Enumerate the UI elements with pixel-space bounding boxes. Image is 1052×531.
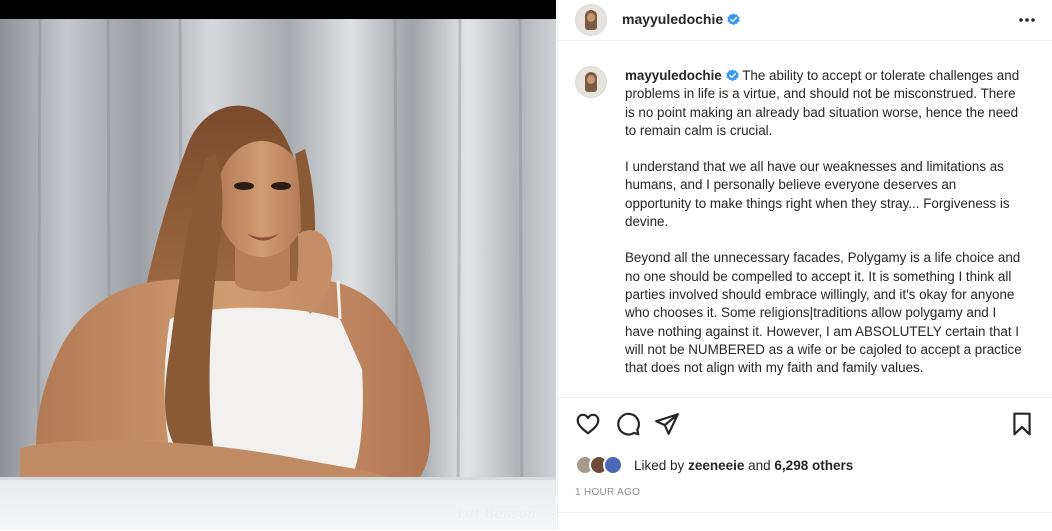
caption-paragraph: Beyond all the unnecessary facades, Poly… [625,250,1022,376]
verified-badge-icon [727,13,740,26]
more-horizontal-icon[interactable] [1017,10,1037,30]
author-username[interactable]: mayyuledochie [622,11,740,27]
portrait-image [0,19,556,530]
post-header: mayyuledochie [558,0,1052,41]
caption-paragraph: mayyuledochie The ability to accept or t… [625,67,1025,140]
post-side-panel: mayyuledochie mayyuledochie The ability … [557,0,1052,530]
comment-bar [558,512,1052,531]
post-timestamp[interactable]: 1 HOUR AGO [575,487,640,498]
caption-paragraph: I understand that we all have our weakne… [625,159,1010,230]
likes-others[interactable]: 6,298 others [774,458,853,473]
photo-top-bar [0,0,556,19]
caption-username[interactable]: mayyuledochie [625,68,722,83]
paper-plane-icon[interactable] [654,411,680,437]
caption-body: mayyuledochie The ability to accept or t… [625,67,1025,395]
post-caption: mayyuledochie The ability to accept or t… [558,58,1052,394]
photographer-signature: Titi Benson [455,507,536,522]
post-photo[interactable]: Titi Benson [0,0,556,530]
likes-user[interactable]: zeeneeie [688,458,744,473]
likes-prefix: Liked by [634,458,685,473]
comment-icon[interactable] [615,411,641,437]
username-text[interactable]: mayyuledochie [622,11,723,27]
likes-conjunction: and [748,458,771,473]
heart-icon[interactable] [575,411,601,437]
liker-avatar[interactable] [603,455,623,475]
author-avatar[interactable] [575,4,607,36]
verified-badge-icon [726,69,739,82]
post-actions: Liked by zeeneeie and 6,298 others 1 HOU… [558,397,1052,508]
likes-text[interactable]: Liked by zeeneeie and 6,298 others [634,458,853,473]
bookmark-icon[interactable] [1009,411,1035,437]
caption-author-avatar[interactable] [575,66,607,98]
